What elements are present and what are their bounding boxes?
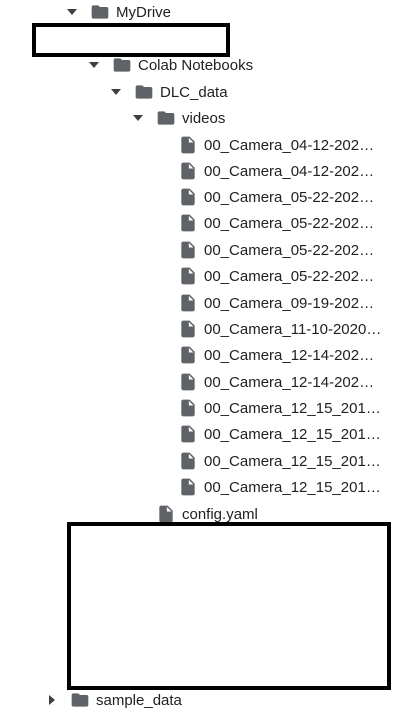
- file-name: 00_Camera_12_15_2019...: [204, 452, 382, 470]
- file-name: 00_Camera_12-14-2020_...: [204, 346, 382, 364]
- file-item[interactable]: 00_Camera_12-14-2020_...: [178, 370, 382, 394]
- file-name: 00_Camera_05-22-2020_...: [204, 214, 382, 232]
- file-name: config.yaml: [182, 505, 258, 523]
- tree-item-label: videos: [182, 109, 226, 127]
- folder-icon: [134, 82, 154, 102]
- file-item[interactable]: 00_Camera_09-19-2020_...: [178, 291, 382, 315]
- file-item[interactable]: 00_Camera_12_15_2019...: [178, 475, 382, 499]
- file-name: 00_Camera_11-10-2020_...: [204, 320, 382, 338]
- file-name: 00_Camera_05-22-2020_...: [204, 188, 382, 206]
- file-item[interactable]: 00_Camera_05-22-2020_...: [178, 264, 382, 288]
- file-item[interactable]: 00_Camera_05-22-2020_...: [178, 238, 382, 262]
- file-icon: [178, 451, 198, 471]
- folder-icon: [156, 108, 176, 128]
- file-item[interactable]: 00_Camera_12_15_2019...: [178, 422, 382, 446]
- caret-down-icon[interactable]: [86, 57, 102, 73]
- tree-item-label: MyDrive: [116, 3, 171, 21]
- caret-down-icon[interactable]: [130, 110, 146, 126]
- file-item[interactable]: 00_Camera_04-12-2020_...: [178, 133, 382, 157]
- file-item[interactable]: 00_Camera_05-22-2020_...: [178, 185, 382, 209]
- file-icon: [156, 504, 176, 524]
- tree-item-mydrive[interactable]: MyDrive: [64, 0, 171, 24]
- file-tree: MyDrive Colab Notebooks DLC_data videos: [0, 0, 418, 709]
- redacted-region: [32, 23, 230, 57]
- file-icon: [178, 398, 198, 418]
- file-icon: [178, 213, 198, 233]
- file-item[interactable]: 00_Camera_12_15_2019...: [178, 396, 382, 420]
- caret-down-icon[interactable]: [64, 4, 80, 20]
- tree-item-label: Colab Notebooks: [138, 56, 254, 74]
- file-name: 00_Camera_12-14-2020_...: [204, 373, 382, 391]
- file-name: 00_Camera_09-19-2020_...: [204, 294, 382, 312]
- file-icon: [178, 477, 198, 497]
- file-item[interactable]: 00_Camera_05-22-2020_...: [178, 211, 382, 235]
- tree-item-dlc-data[interactable]: DLC_data: [108, 80, 228, 104]
- file-icon: [178, 135, 198, 155]
- file-name: 00_Camera_04-12-2020_...: [204, 162, 382, 180]
- file-name: 00_Camera_05-22-2020_...: [204, 267, 382, 285]
- file-name: 00_Camera_12_15_2019...: [204, 478, 382, 496]
- redacted-region: [67, 522, 391, 690]
- file-icon: [178, 240, 198, 260]
- scrollbar[interactable]: [410, 0, 418, 707]
- file-item[interactable]: 00_Camera_12_15_2019...: [178, 449, 382, 473]
- caret-down-icon[interactable]: [108, 84, 124, 100]
- file-icon: [178, 161, 198, 181]
- file-icon: [178, 345, 198, 365]
- file-item[interactable]: 00_Camera_12-14-2020_...: [178, 343, 382, 367]
- folder-icon: [70, 690, 90, 710]
- file-name: 00_Camera_12_15_2019...: [204, 399, 382, 417]
- file-name: 00_Camera_05-22-2020_...: [204, 241, 382, 259]
- file-icon: [178, 293, 198, 313]
- file-icon: [178, 424, 198, 444]
- folder-icon: [112, 55, 132, 75]
- file-item[interactable]: 00_Camera_04-12-2020_...: [178, 159, 382, 183]
- tree-item-sample-data[interactable]: sample_data: [44, 688, 182, 712]
- tree-item-videos[interactable]: videos: [130, 106, 225, 130]
- file-name: 00_Camera_04-12-2020_...: [204, 136, 382, 154]
- file-icon: [178, 319, 198, 339]
- tree-item-colab-notebooks[interactable]: Colab Notebooks: [86, 53, 253, 77]
- file-item[interactable]: 00_Camera_11-10-2020_...: [178, 317, 382, 341]
- file-icon: [178, 266, 198, 286]
- file-icon: [178, 187, 198, 207]
- file-name: 00_Camera_12_15_2019...: [204, 425, 382, 443]
- tree-item-label: sample_data: [96, 691, 182, 709]
- tree-item-label: DLC_data: [160, 83, 228, 101]
- folder-icon: [90, 2, 110, 22]
- file-icon: [178, 372, 198, 392]
- caret-right-icon[interactable]: [44, 692, 60, 708]
